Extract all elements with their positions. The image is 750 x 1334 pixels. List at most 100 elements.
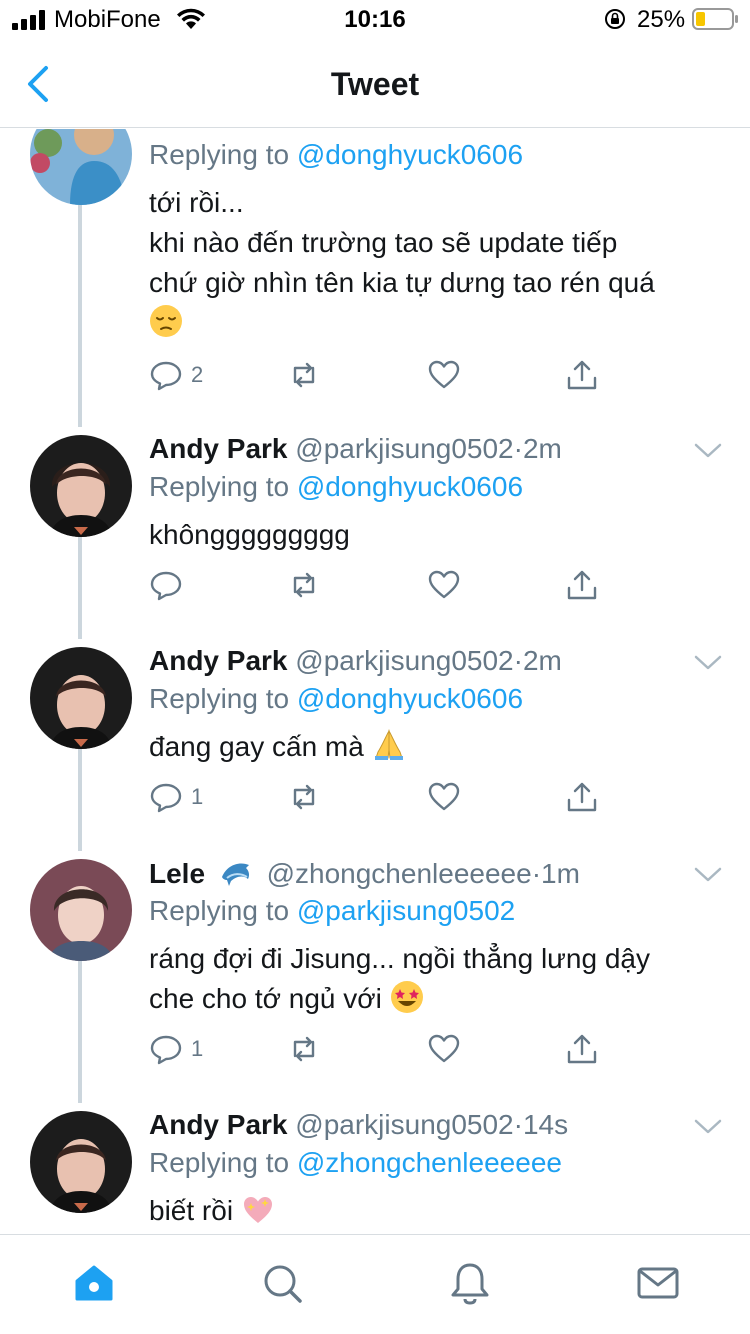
retweet-button[interactable] bbox=[287, 779, 321, 815]
tweet-actions bbox=[149, 567, 619, 603]
nav-header: Tweet bbox=[0, 44, 750, 128]
heart-icon bbox=[428, 1034, 460, 1063]
avatar[interactable] bbox=[30, 647, 132, 749]
avatar[interactable] bbox=[30, 859, 132, 961]
display-name[interactable]: Andy Park bbox=[149, 645, 288, 676]
user-handle[interactable]: @zhongchenleeeeee bbox=[267, 858, 532, 889]
reply-button[interactable]: 2 bbox=[149, 357, 203, 393]
folded-hands-emoji bbox=[374, 729, 403, 760]
tweet-header: Andy Park @parkjisung0502·2m bbox=[149, 433, 562, 465]
heart-icon bbox=[428, 782, 460, 811]
tab-bar bbox=[0, 1234, 750, 1334]
replying-handle[interactable]: @parkjisung0502 bbox=[297, 895, 515, 926]
timestamp: 14s bbox=[522, 1109, 569, 1140]
like-button[interactable] bbox=[427, 357, 461, 393]
status-bar: MobiFone 10:16 25% bbox=[0, 0, 750, 40]
tweet-header: Andy Park @parkjisung0502·14s bbox=[149, 1109, 568, 1141]
reply-icon bbox=[150, 783, 182, 813]
tweet-text-line: biết rồi bbox=[149, 1195, 241, 1226]
replying-to: Replying to @donghyuck0606 bbox=[149, 139, 523, 171]
replying-to: Replying to @zhongchenleeeeee bbox=[149, 1147, 562, 1179]
battery-percent: 25% bbox=[637, 6, 686, 33]
tab-home[interactable] bbox=[72, 1261, 116, 1305]
reply-button[interactable] bbox=[149, 567, 191, 603]
retweet-button[interactable] bbox=[287, 357, 321, 393]
sparkling-heart-emoji bbox=[243, 1197, 272, 1223]
thread-connector bbox=[78, 205, 82, 427]
replying-label: Replying to bbox=[149, 471, 297, 502]
tab-search[interactable] bbox=[260, 1261, 304, 1305]
user-handle[interactable]: @parkjisung0502 bbox=[295, 1109, 513, 1140]
reply-count: 1 bbox=[191, 784, 204, 809]
chevron-down-icon[interactable] bbox=[692, 653, 724, 673]
thread-connector bbox=[78, 961, 82, 1103]
tweet-text: khônggggggggg bbox=[149, 515, 729, 555]
replying-to: Replying to @donghyuck0606 bbox=[149, 683, 523, 715]
share-button[interactable] bbox=[565, 779, 599, 815]
reply-icon bbox=[150, 361, 182, 391]
tweet-text-line: che cho tớ ngủ với bbox=[149, 983, 390, 1014]
reply-button[interactable]: 1 bbox=[149, 1031, 203, 1067]
reply-icon bbox=[150, 1035, 182, 1065]
retweet-button[interactable] bbox=[287, 567, 321, 603]
share-icon bbox=[567, 360, 597, 390]
tweet-text: tới rồi... khi nào đến trường tao sẽ upd… bbox=[149, 183, 729, 343]
replying-label: Replying to bbox=[149, 683, 297, 714]
share-icon bbox=[567, 1034, 597, 1064]
page-title: Tweet bbox=[330, 66, 420, 102]
star-struck-emoji bbox=[390, 981, 423, 1013]
replying-to: Replying to @donghyuck0606 bbox=[149, 471, 523, 503]
battery-icon bbox=[692, 8, 738, 30]
user-handle[interactable]: @parkjisung0502 bbox=[295, 645, 513, 676]
timestamp: 2m bbox=[522, 433, 562, 464]
messages-icon bbox=[637, 1267, 679, 1299]
replying-handle[interactable]: @donghyuck0606 bbox=[297, 139, 523, 170]
chevron-down-icon[interactable] bbox=[692, 1117, 724, 1137]
separator-dot: · bbox=[513, 1109, 523, 1140]
tweet-text-line: chứ giờ nhìn tên kia tự dưng tao rén quá bbox=[149, 267, 655, 298]
replying-handle[interactable]: @donghyuck0606 bbox=[297, 683, 523, 714]
share-button[interactable] bbox=[565, 1031, 599, 1067]
replying-label: Replying to bbox=[149, 895, 297, 926]
heart-icon bbox=[428, 360, 460, 389]
like-button[interactable] bbox=[427, 779, 461, 815]
separator-dot: · bbox=[531, 858, 542, 889]
avatar[interactable] bbox=[30, 1111, 132, 1213]
timestamp: 1m bbox=[541, 858, 580, 889]
tab-messages[interactable] bbox=[636, 1261, 680, 1305]
avatar[interactable] bbox=[30, 129, 132, 205]
chevron-down-icon[interactable] bbox=[692, 441, 724, 461]
retweet-button[interactable] bbox=[287, 1031, 321, 1067]
like-button[interactable] bbox=[427, 1031, 461, 1067]
tweet-thread[interactable]: Replying to @donghyuck0606 tới rồi... kh… bbox=[0, 129, 750, 1233]
pensive-face-emoji bbox=[150, 305, 182, 337]
share-button[interactable] bbox=[565, 567, 599, 603]
heart-icon bbox=[428, 570, 460, 599]
dolphin-emoji bbox=[221, 863, 249, 886]
retweet-icon bbox=[293, 1036, 315, 1062]
tweet-actions: 1 bbox=[149, 1031, 619, 1067]
reply-count: 1 bbox=[191, 1036, 204, 1061]
reply-button[interactable]: 1 bbox=[149, 779, 203, 815]
share-button[interactable] bbox=[565, 357, 599, 393]
tweet-text: biết rồi bbox=[149, 1191, 729, 1231]
user-handle[interactable]: @parkjisung0502 bbox=[295, 433, 513, 464]
tweet-text: đang gay cấn mà bbox=[149, 727, 729, 767]
tab-notifications[interactable] bbox=[448, 1261, 492, 1305]
replying-label: Replying to bbox=[149, 1147, 297, 1178]
like-button[interactable] bbox=[427, 567, 461, 603]
display-name[interactable]: Lele bbox=[149, 858, 205, 889]
replying-handle[interactable]: @donghyuck0606 bbox=[297, 471, 523, 502]
reply-count: 2 bbox=[191, 362, 204, 387]
replying-label: Replying to bbox=[149, 139, 297, 170]
notifications-icon bbox=[451, 1263, 489, 1305]
avatar[interactable] bbox=[30, 435, 132, 537]
tweet-header: Andy Park @parkjisung0502·2m bbox=[149, 645, 562, 677]
separator-dot: · bbox=[513, 645, 523, 676]
chevron-down-icon[interactable] bbox=[692, 865, 724, 885]
display-name[interactable]: Andy Park bbox=[149, 433, 288, 464]
tweet-actions: 2 bbox=[149, 357, 619, 393]
display-name[interactable]: Andy Park bbox=[149, 1109, 288, 1140]
replying-handle[interactable]: @zhongchenleeeeee bbox=[297, 1147, 562, 1178]
tweet-text: ráng đợi đi Jisung... ngồi thẳng lưng dậ… bbox=[149, 939, 729, 1019]
